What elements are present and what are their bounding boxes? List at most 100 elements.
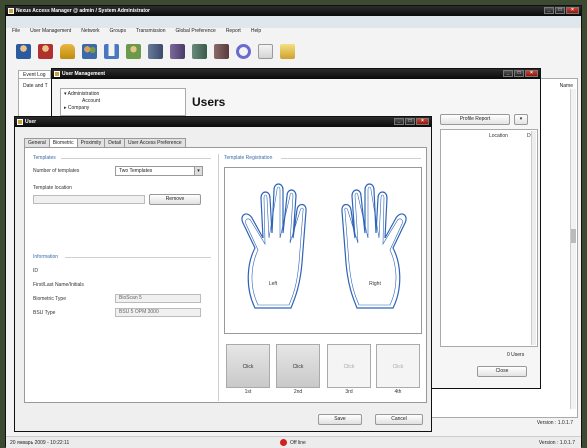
finger-4-label: 4th bbox=[394, 389, 402, 395]
menu-global-preference[interactable]: Global Preference bbox=[176, 28, 216, 36]
finger-2-label: 2nd bbox=[293, 389, 303, 395]
name-label: First/Last Name/Initials bbox=[33, 282, 84, 288]
status-state: Off line bbox=[290, 440, 306, 446]
tree-item-administration[interactable]: ▾ Administration bbox=[64, 91, 182, 98]
remove-button[interactable]: Remove bbox=[149, 194, 201, 205]
template-location-label: Template location bbox=[33, 185, 72, 191]
menu-user-management[interactable]: User Management bbox=[30, 28, 71, 36]
template-registration-legend: Template Registration bbox=[224, 155, 273, 161]
door-icon-2[interactable] bbox=[170, 44, 185, 59]
left-hand-label: Left bbox=[269, 281, 278, 287]
cancel-button[interactable]: Cancel bbox=[375, 414, 423, 425]
num-templates-label: Number of templates bbox=[33, 168, 80, 174]
bsu-type-label: BSU Type bbox=[33, 310, 56, 316]
um-titlebar: User Management _ □ × bbox=[52, 69, 540, 79]
door-icon-3[interactable] bbox=[192, 44, 207, 59]
ud-titlebar: User _ □ × bbox=[15, 117, 431, 127]
um-minimize-icon[interactable]: _ bbox=[503, 70, 513, 77]
location-column-header: Location bbox=[489, 133, 508, 139]
edit-user-icon[interactable] bbox=[38, 44, 53, 59]
menu-help[interactable]: Help bbox=[251, 28, 261, 36]
version-label: Version : 1.0.1.7 bbox=[536, 420, 573, 426]
um-close-icon[interactable]: × bbox=[525, 70, 538, 77]
tree-item-company[interactable]: ▸ Company bbox=[64, 105, 182, 112]
finger-1-label: 1st bbox=[244, 389, 252, 395]
door-icon-4[interactable] bbox=[214, 44, 229, 59]
date-column-header: Date and T bbox=[23, 83, 48, 89]
right-hand-outline bbox=[341, 183, 407, 309]
tab-biometric[interactable]: Biometric bbox=[48, 138, 78, 147]
num-templates-select[interactable]: Two Templates ▾ bbox=[115, 166, 203, 176]
maximize-icon[interactable]: □ bbox=[555, 7, 565, 14]
users-table: Location Dv bbox=[440, 129, 538, 347]
network-icon[interactable] bbox=[104, 44, 119, 59]
close-button[interactable]: Close bbox=[477, 366, 527, 377]
tab-user-access-preference[interactable]: User Access Preference bbox=[124, 138, 186, 147]
information-legend: Information bbox=[33, 254, 59, 260]
status-version: Version : 1.0.1.7 bbox=[538, 440, 575, 446]
menu-file[interactable]: File bbox=[12, 28, 20, 36]
users-count: 0 Users bbox=[507, 352, 525, 358]
menu-report[interactable]: Report bbox=[226, 28, 241, 36]
biometric-panel: Templates Number of templates Two Templa… bbox=[24, 147, 427, 403]
tab-proximity[interactable]: Proximity bbox=[76, 138, 106, 147]
finger-3-label: 3rd bbox=[345, 389, 353, 395]
finger-4-button[interactable]: Click bbox=[376, 344, 420, 388]
app-icon bbox=[8, 8, 14, 14]
um-title: User Management bbox=[62, 71, 106, 77]
event-log-scrollbar[interactable] bbox=[570, 89, 576, 409]
hands-panel: Left Right bbox=[224, 167, 422, 334]
offline-status-icon bbox=[280, 439, 287, 446]
menubar: File User Management Network Groups Tran… bbox=[12, 28, 261, 36]
close-icon[interactable]: × bbox=[566, 7, 579, 14]
ud-close-icon[interactable]: × bbox=[416, 118, 429, 125]
door-icon-1[interactable] bbox=[148, 44, 163, 59]
lock-icon[interactable] bbox=[60, 44, 75, 59]
chevron-down-icon: ▾ bbox=[194, 167, 202, 175]
minimize-icon[interactable]: _ bbox=[544, 7, 554, 14]
save-button[interactable]: Save bbox=[318, 414, 362, 425]
users-scrollbar[interactable] bbox=[531, 131, 536, 345]
left-hand-outline bbox=[241, 183, 307, 309]
report-icon[interactable] bbox=[258, 44, 273, 59]
biometric-type-label: Biometric Type bbox=[33, 296, 66, 302]
menu-groups[interactable]: Groups bbox=[110, 28, 126, 36]
menu-network[interactable]: Network bbox=[81, 28, 99, 36]
template-location-field[interactable] bbox=[33, 195, 145, 204]
user-dialog: User _ □ × General Biometric Proximity D… bbox=[14, 116, 432, 432]
id-label: ID bbox=[33, 268, 38, 274]
tab-event-log[interactable]: Event Log bbox=[18, 70, 51, 78]
bsu-type-field: BSU 5 OPM 3000 bbox=[115, 308, 201, 317]
ud-title: User bbox=[25, 119, 37, 125]
finger-1-button[interactable]: Click bbox=[226, 344, 270, 388]
um-app-icon bbox=[54, 71, 60, 77]
statusbar: 20 январь 2009 - 10:22:11 Off line Versi… bbox=[6, 436, 581, 448]
biometric-type-field: BioScan 5 bbox=[115, 294, 201, 303]
add-user-icon[interactable] bbox=[16, 44, 31, 59]
users-group-icon[interactable] bbox=[82, 44, 97, 59]
refresh-icon[interactable] bbox=[236, 44, 251, 59]
main-title: Nexus Access Manager @ admin / System Ad… bbox=[16, 8, 150, 14]
toolbar bbox=[16, 44, 295, 59]
tree-item-account[interactable]: Account bbox=[64, 98, 182, 105]
profile-report-dropdown[interactable]: ▾ bbox=[514, 114, 528, 125]
templates-legend: Templates bbox=[33, 155, 56, 161]
main-titlebar: Nexus Access Manager @ admin / System Ad… bbox=[6, 6, 581, 16]
ud-maximize-icon[interactable]: □ bbox=[405, 118, 415, 125]
right-hand-label: Right bbox=[369, 281, 381, 287]
user-settings-icon[interactable] bbox=[126, 44, 141, 59]
finger-3-button[interactable]: Click bbox=[327, 344, 371, 388]
export-icon[interactable] bbox=[280, 44, 295, 59]
menu-transmission[interactable]: Transmission bbox=[136, 28, 166, 36]
users-heading: Users bbox=[192, 95, 226, 109]
finger-2-button[interactable]: Click bbox=[276, 344, 320, 388]
tab-general[interactable]: General bbox=[24, 138, 50, 147]
ud-app-icon bbox=[17, 119, 23, 125]
tab-detail[interactable]: Detail bbox=[104, 138, 125, 147]
ud-minimize-icon[interactable]: _ bbox=[394, 118, 404, 125]
status-datetime: 20 январь 2009 - 10:22:11 bbox=[10, 440, 70, 446]
hands-svg: Left Right bbox=[241, 183, 407, 309]
profile-report-button[interactable]: Profile Report bbox=[440, 114, 510, 125]
um-tree: ▾ Administration Account ▸ Company bbox=[60, 88, 186, 116]
um-maximize-icon[interactable]: □ bbox=[514, 70, 524, 77]
